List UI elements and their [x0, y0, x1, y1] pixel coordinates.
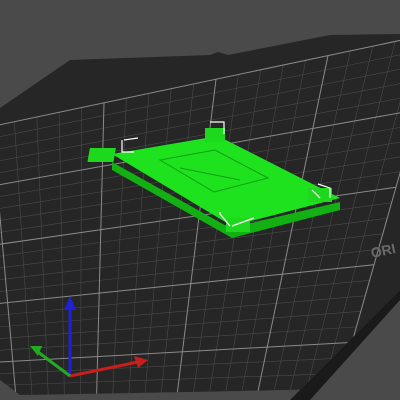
model-tab-right [308, 188, 332, 202]
scene-canvas[interactable]: ORI [0, 0, 400, 400]
model-tab-front-left [87, 148, 116, 162]
model-tab-back [205, 128, 225, 142]
3d-viewport[interactable]: ORI [0, 0, 400, 400]
